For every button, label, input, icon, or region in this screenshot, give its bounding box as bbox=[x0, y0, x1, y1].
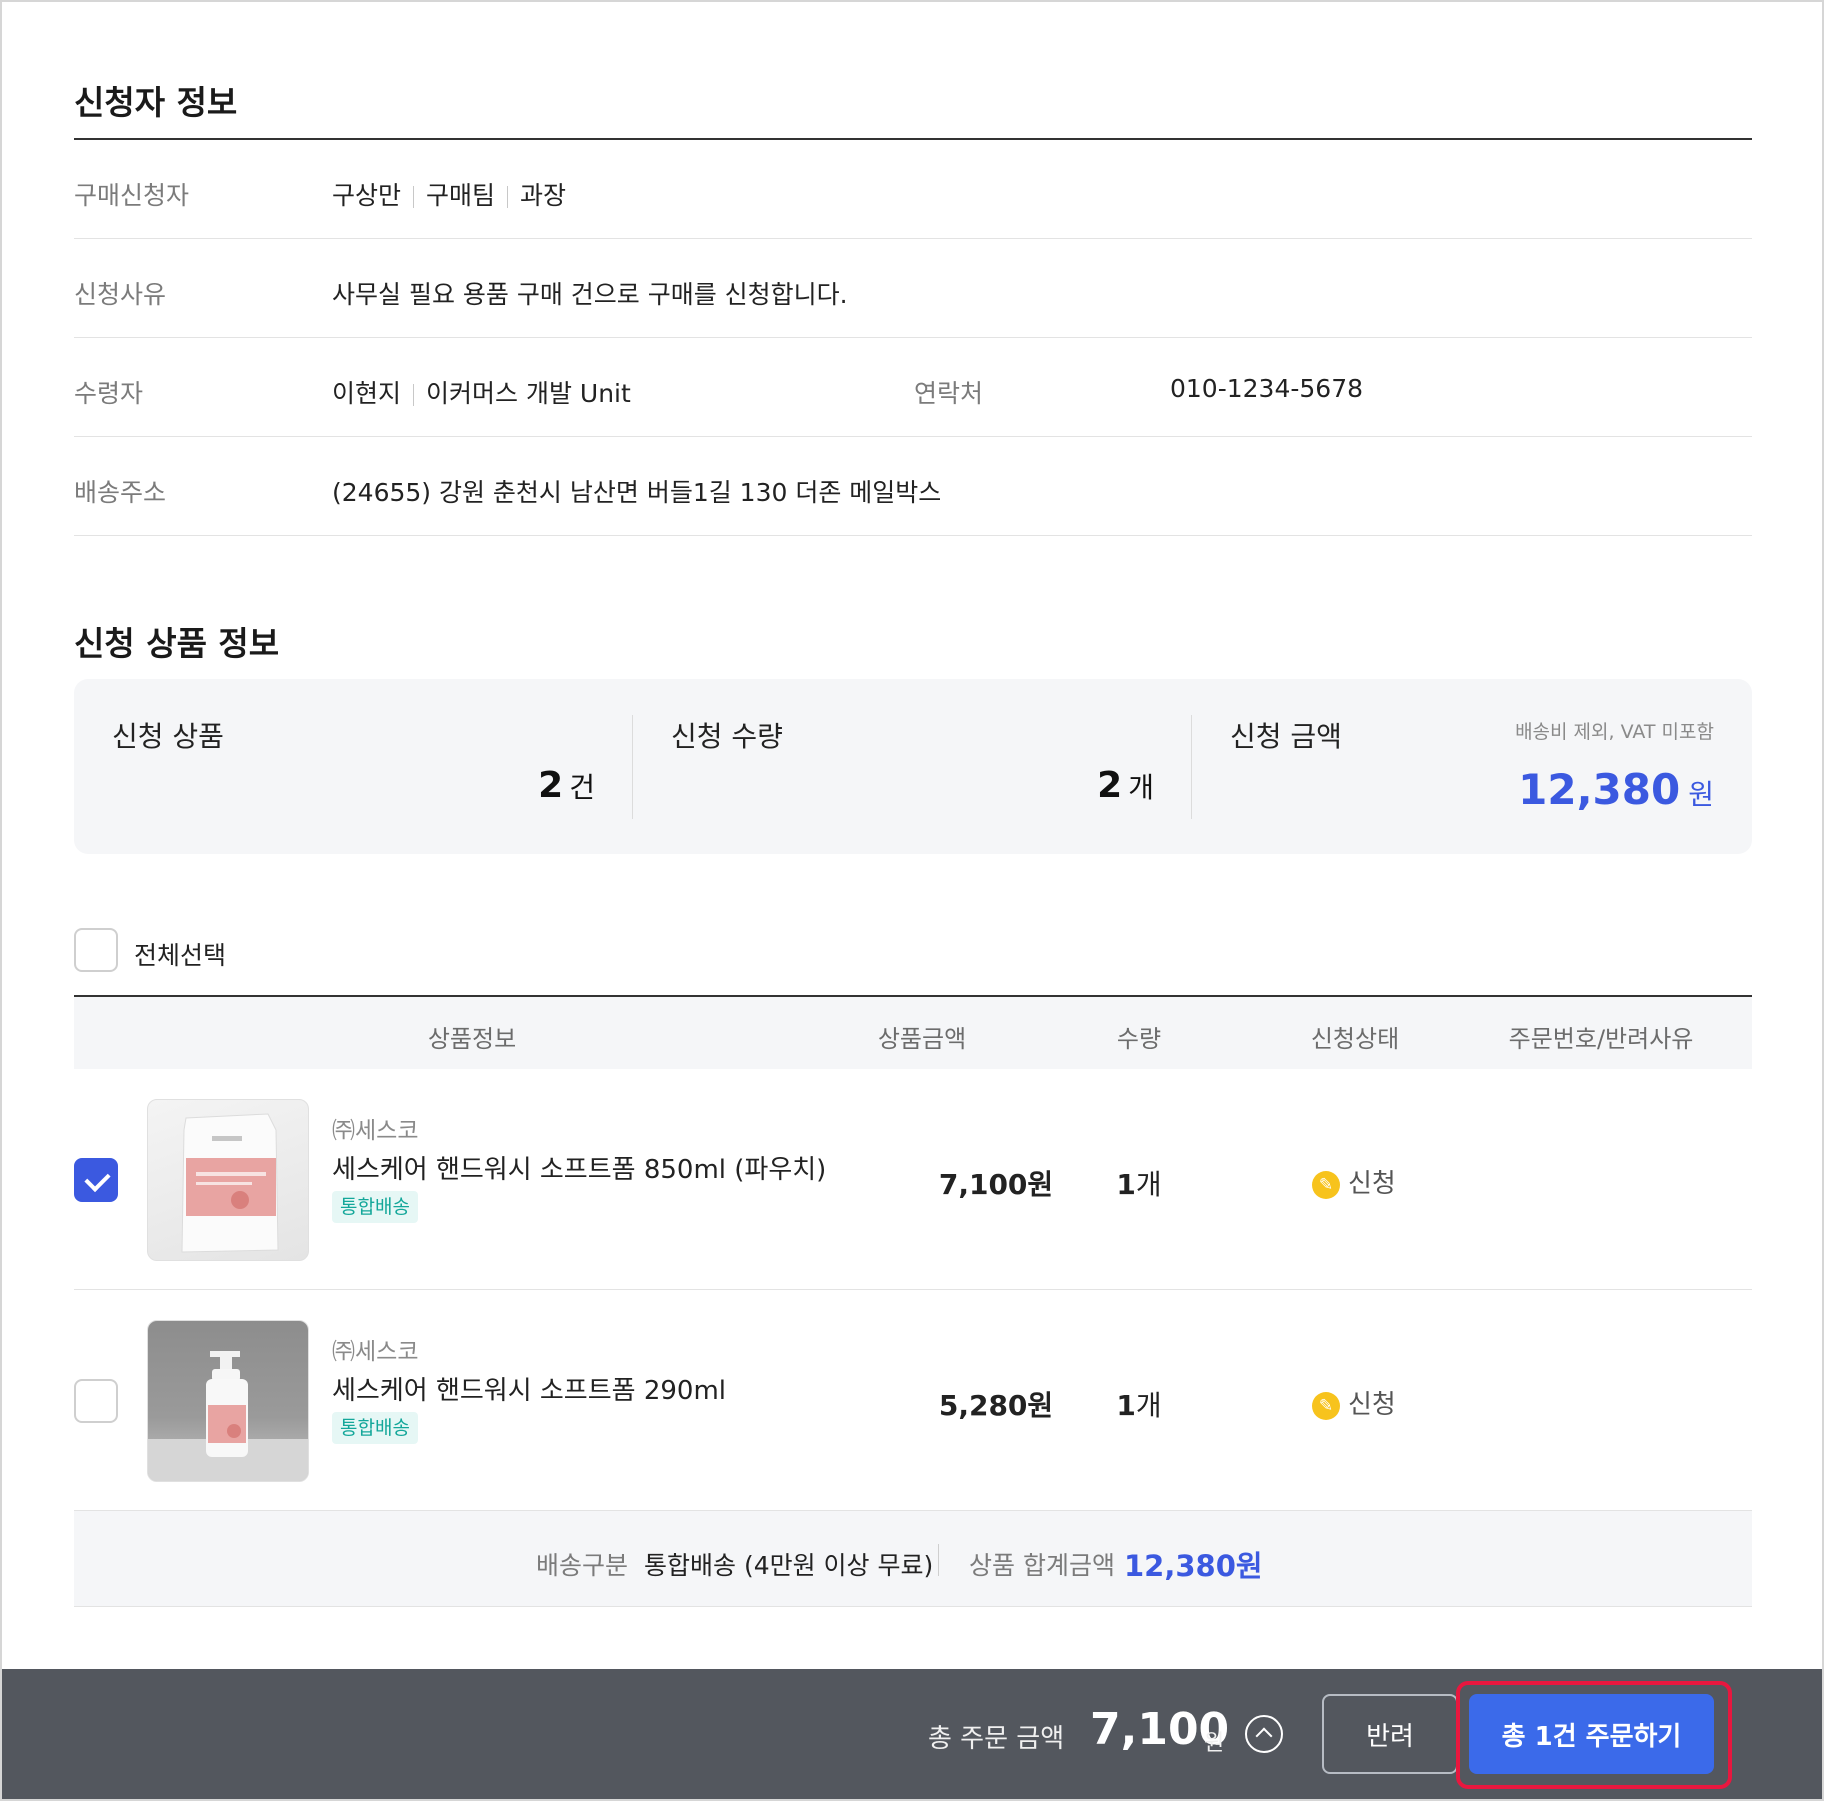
total-order-unit: 원 bbox=[1204, 1731, 1225, 1756]
product-image[interactable] bbox=[147, 1320, 309, 1482]
divider bbox=[413, 384, 415, 406]
quantity-unit: 개 bbox=[1135, 1389, 1162, 1422]
purchaser-position: 과장 bbox=[520, 181, 567, 210]
delivery-type-value: 통합배송 (4만원 이상 무료) bbox=[644, 1551, 934, 1580]
receiver-name: 이현지 bbox=[332, 379, 402, 408]
request-status: ✎ 신청 bbox=[1312, 1163, 1396, 1200]
col-quantity: 수량 bbox=[1116, 1025, 1162, 1053]
chevron-up-icon[interactable] bbox=[1245, 1715, 1283, 1753]
product-image[interactable] bbox=[147, 1099, 309, 1261]
purchaser-label: 구매신청자 bbox=[74, 181, 190, 210]
total-order-label: 총 주문 금액 bbox=[928, 1724, 1065, 1754]
delivery-tag: 통합배송 bbox=[332, 1191, 418, 1223]
receiver-value: 이현지 이커머스 개발 Unit bbox=[332, 374, 631, 410]
contact-label: 연락처 bbox=[914, 379, 984, 408]
product-row: ㈜세스코 세스케어 핸드워시 소프트폼 850ml (파우치) 통합배송 7,1… bbox=[74, 1069, 1752, 1290]
address-label: 배송주소 bbox=[74, 478, 167, 507]
bottle-image bbox=[148, 1351, 308, 1481]
summary-items-count: 2 bbox=[538, 765, 564, 806]
product-quantity: 1개 bbox=[1116, 1163, 1161, 1203]
select-all-label: 전체선택 bbox=[134, 941, 227, 970]
address-row: 배송주소 (24655) 강원 춘천시 남산면 버들1길 130 더존 메일박스 bbox=[74, 437, 1752, 536]
receiver-label: 수령자 bbox=[74, 379, 144, 408]
receiver-team: 이커머스 개발 Unit bbox=[426, 379, 631, 408]
delivery-tag: 통합배송 bbox=[332, 1412, 418, 1444]
pencil-icon: ✎ bbox=[1312, 1170, 1340, 1199]
summary-quantity-label: 신청 수량 bbox=[671, 720, 783, 753]
reason-label: 신청사유 bbox=[74, 280, 167, 309]
divider bbox=[413, 186, 415, 208]
product-checkbox[interactable] bbox=[74, 1379, 118, 1423]
quantity-number: 1 bbox=[1116, 1389, 1136, 1422]
delivery-summary: 배송구분 통합배송 (4만원 이상 무료) 상품 합계금액 12,380원 bbox=[74, 1511, 1752, 1607]
col-price: 상품금액 bbox=[877, 1025, 967, 1053]
product-total-value: 12,380원 bbox=[1124, 1549, 1263, 1583]
col-status: 신청상태 bbox=[1310, 1025, 1400, 1053]
applicant-section-title: 신청자 정보 bbox=[74, 83, 238, 122]
product-brand: ㈜세스코 bbox=[332, 1339, 419, 1365]
request-status: ✎ 신청 bbox=[1312, 1384, 1396, 1421]
product-table-header: 상품정보 상품금액 수량 신청상태 주문번호/반려사유 bbox=[74, 995, 1752, 1069]
status-text: 신청 bbox=[1348, 1169, 1396, 1199]
summary-items-unit: 건 bbox=[569, 771, 595, 804]
purchaser-row: 구매신청자 구상만 구매팀 과장 bbox=[74, 140, 1752, 239]
summary-amount: 신청 금액 배송비 제외, VAT 미포함 12,380 원 bbox=[1192, 715, 1752, 819]
summary-items-label: 신청 상품 bbox=[112, 720, 224, 753]
quantity-number: 1 bbox=[1116, 1168, 1136, 1201]
summary-amount-label: 신청 금액 bbox=[1230, 720, 1342, 753]
pouch-image bbox=[181, 1113, 279, 1253]
purchaser-value: 구상만 구매팀 과장 bbox=[332, 176, 566, 212]
summary-quantity-count: 2 bbox=[1097, 765, 1123, 806]
summary-amount-unit: 원 bbox=[1688, 778, 1714, 811]
quantity-unit: 개 bbox=[1135, 1168, 1162, 1201]
summary-quantity-unit: 개 bbox=[1128, 771, 1154, 804]
delivery-type-label: 배송구분 bbox=[536, 1551, 629, 1580]
col-product-info: 상품정보 bbox=[427, 1025, 517, 1053]
order-summary-box: 신청 상품 2건 신청 수량 2개 신청 금액 배송비 제외, VAT 미포함 … bbox=[74, 679, 1752, 854]
receiver-row: 수령자 이현지 이커머스 개발 Unit 연락처 010-1234-5678 bbox=[74, 338, 1752, 437]
product-quantity: 1개 bbox=[1116, 1384, 1161, 1424]
address-value: (24655) 강원 춘천시 남산면 버들1길 130 더존 메일박스 bbox=[332, 478, 942, 507]
summary-amount-note: 배송비 제외, VAT 미포함 bbox=[1515, 721, 1714, 743]
summary-amount-value: 12,380 원 bbox=[1518, 765, 1714, 814]
summary-quantity-value: 2개 bbox=[1097, 765, 1154, 806]
highlight-box bbox=[1456, 1681, 1732, 1789]
summary-items: 신청 상품 2건 bbox=[74, 715, 633, 819]
select-all-checkbox[interactable] bbox=[74, 928, 118, 972]
divider bbox=[507, 186, 509, 208]
reject-button[interactable]: 반려 bbox=[1322, 1694, 1458, 1774]
summary-quantity: 신청 수량 2개 bbox=[633, 715, 1192, 819]
product-name[interactable]: 세스케어 핸드워시 소프트폼 290ml bbox=[332, 1370, 726, 1407]
product-checkbox[interactable] bbox=[74, 1158, 118, 1202]
reason-row: 신청사유 사무실 필요 용품 구매 건으로 구매를 신청합니다. bbox=[74, 239, 1752, 338]
product-price: 7,100원 bbox=[938, 1168, 1054, 1201]
contact-value: 010-1234-5678 bbox=[1170, 374, 1364, 403]
reason-value: 사무실 필요 용품 구매 건으로 구매를 신청합니다. bbox=[332, 280, 848, 309]
product-price: 5,280원 bbox=[938, 1389, 1054, 1422]
product-section-title: 신청 상품 정보 bbox=[74, 624, 280, 663]
pencil-icon: ✎ bbox=[1312, 1391, 1340, 1420]
purchaser-team: 구매팀 bbox=[426, 181, 496, 210]
col-order-no: 주문번호/반려사유 bbox=[1508, 1025, 1694, 1053]
summary-items-value: 2건 bbox=[538, 765, 595, 806]
status-text: 신청 bbox=[1348, 1390, 1396, 1420]
purchaser-name: 구상만 bbox=[332, 181, 402, 210]
applicant-info-table: 구매신청자 구상만 구매팀 과장 신청사유 사무실 필요 용품 구매 건으로 구매를… bbox=[74, 138, 1752, 536]
product-name[interactable]: 세스케어 핸드워시 소프트폼 850ml (파우치) bbox=[332, 1149, 826, 1186]
order-footer-bar: 총 주문 금액 7,100 원 반려 총 1건 주문하기 bbox=[2, 1669, 1822, 1799]
product-total-label: 상품 합계금액 bbox=[969, 1551, 1115, 1580]
summary-amount-number: 12,380 bbox=[1518, 765, 1681, 814]
product-row: ㈜세스코 세스케어 핸드워시 소프트폼 290ml 통합배송 5,280원 1개… bbox=[74, 1290, 1752, 1511]
product-brand: ㈜세스코 bbox=[332, 1118, 419, 1144]
divider bbox=[938, 1544, 939, 1576]
